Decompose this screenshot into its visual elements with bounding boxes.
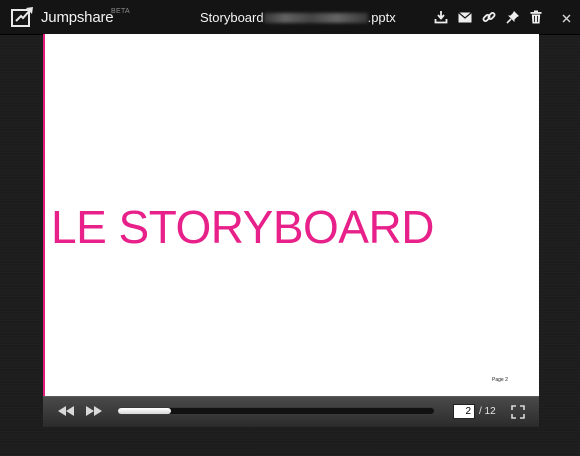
top-bar: Jumpshare BETA Storyboard .pptx (0, 0, 580, 35)
link-icon[interactable] (481, 9, 497, 25)
viewer-controls: 2 / 12 (43, 396, 539, 427)
next-page-button[interactable] (83, 403, 105, 419)
trash-icon[interactable] (528, 9, 544, 25)
slide-page[interactable]: LE STORYBOARD Page 2 (43, 34, 539, 396)
close-icon[interactable] (558, 10, 574, 26)
redacted-filename (263, 12, 368, 23)
fullscreen-icon[interactable] (511, 405, 525, 419)
pin-icon[interactable] (505, 9, 521, 25)
total-pages: / 12 (479, 406, 496, 417)
slide-page-label: Page 2 (492, 377, 508, 383)
page-progress-fill (118, 408, 171, 414)
download-icon[interactable] (433, 9, 449, 25)
document-title-suffix: .pptx (367, 10, 396, 25)
jumpshare-logo-icon[interactable] (11, 6, 35, 28)
fast-forward-icon (86, 406, 102, 416)
rewind-icon (58, 406, 74, 416)
document-title-prefix: Storyboard (200, 10, 264, 25)
current-page-input[interactable]: 2 (453, 404, 475, 419)
beta-badge: BETA (111, 8, 130, 15)
page-progress-bar[interactable] (117, 407, 435, 415)
brand-name[interactable]: Jumpshare (41, 9, 114, 26)
previous-page-button[interactable] (55, 403, 77, 419)
slide-title: LE STORYBOARD (51, 201, 434, 253)
document-title: Storyboard .pptx (200, 10, 396, 25)
mail-icon[interactable] (457, 9, 473, 25)
document-viewer: LE STORYBOARD Page 2 (43, 34, 539, 426)
